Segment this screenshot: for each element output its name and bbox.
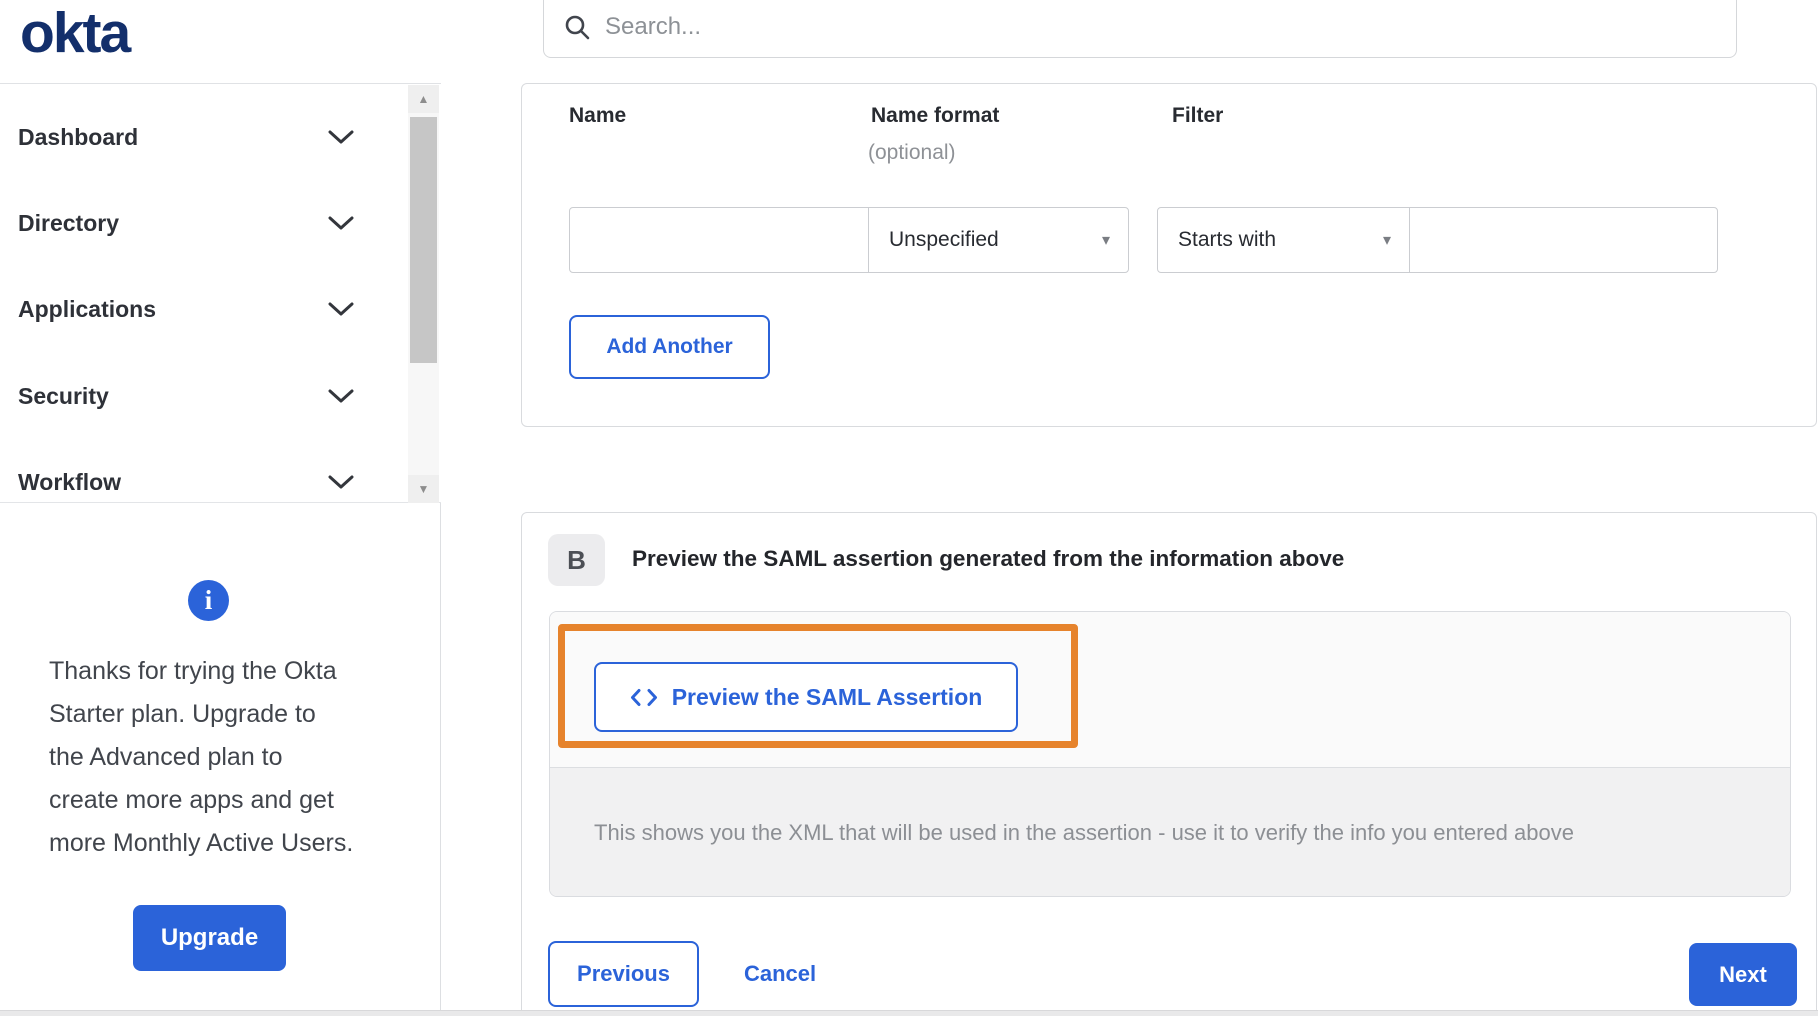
chevron-down-icon [328,130,354,143]
code-icon [630,688,657,706]
sidebar-item-label: Applications [18,295,157,322]
sidebar-item-label: Dashboard [18,123,139,150]
preview-saml-assertion-button[interactable]: Preview the SAML Assertion [594,662,1018,732]
chevron-down-icon [328,302,354,315]
attribute-name-input[interactable] [569,207,869,273]
upsell-line: Thanks for trying the Okta [49,657,337,685]
preview-note-area: This shows you the XML that will be used… [550,767,1790,896]
preview-box-top: Preview the SAML Assertion [550,612,1790,767]
sidebar-item-label: Security [18,382,109,409]
upsell-line: more Monthly Active Users. [49,829,354,857]
scroll-down-icon[interactable]: ▼ [408,475,439,503]
step-b-badge: B [548,534,605,586]
upsell-line: Starter plan. Upgrade to [49,700,316,728]
scrollbar-thumb[interactable] [410,117,437,363]
global-search[interactable] [543,0,1737,58]
name-format-optional-hint: (optional) [868,141,956,164]
name-column-label: Name [569,104,627,127]
filter-value-input[interactable] [1409,207,1718,273]
preview-assertion-panel: B Preview the SAML assertion generated f… [521,512,1817,1016]
preview-button-label: Preview the SAML Assertion [671,683,983,710]
info-icon: i [188,580,229,621]
sidebar-scrollbar[interactable]: ▲ ▼ [408,85,439,503]
chevron-down-icon [328,475,354,488]
sidebar-item-directory[interactable]: Directory [0,180,402,266]
preview-box: Preview the SAML Assertion This shows yo… [549,611,1791,897]
page-bottom-strip [0,1010,1818,1016]
scroll-up-icon[interactable]: ▲ [408,85,439,113]
search-icon [565,15,590,39]
search-input[interactable] [605,13,1605,41]
previous-button[interactable]: Previous [548,941,699,1007]
okta-logo: okta [20,1,131,65]
filter-type-select[interactable]: Starts with ▾ [1157,207,1410,273]
sidebar-item-workflow[interactable]: Workflow [0,439,402,525]
name-format-selected-value: Unspecified [889,228,999,251]
preview-section-heading: Preview the SAML assertion generated fro… [632,546,1345,571]
upsell-line: the Advanced plan to [49,743,283,771]
upsell-line: create more apps and get [49,786,334,814]
sidebar-item-label: Workflow [18,468,122,495]
cancel-button[interactable]: Cancel [744,941,816,1007]
sidebar-item-dashboard[interactable]: Dashboard [0,94,402,180]
name-format-select[interactable]: Unspecified ▾ [868,207,1129,273]
sidebar-item-label: Directory [18,209,119,236]
name-format-column-label: Name format [871,104,1000,127]
add-another-button[interactable]: Add Another [569,315,770,379]
attribute-statements-panel: Name Name format (optional) Filter Unspe… [521,83,1817,427]
sidebar-item-security[interactable]: Security [0,353,402,439]
sidebar-item-applications[interactable]: Applications [0,266,402,352]
next-button[interactable]: Next [1689,943,1797,1006]
select-caret-icon: ▾ [1382,232,1391,249]
okta-admin-screen: okta Dashboard Directory Applications [0,0,1818,1016]
filter-type-selected-value: Starts with [1178,228,1277,251]
chevron-down-icon [328,389,354,402]
preview-note-text: This shows you the XML that will be used… [594,820,1574,845]
chevron-down-icon [328,216,354,229]
upgrade-button[interactable]: Upgrade [133,905,286,971]
select-caret-icon: ▾ [1101,232,1110,249]
upsell-message: Thanks for trying the Okta Starter plan.… [49,650,399,865]
sidebar-nav: Dashboard Directory Applications Securit… [0,83,441,503]
filter-column-label: Filter [1172,104,1224,127]
